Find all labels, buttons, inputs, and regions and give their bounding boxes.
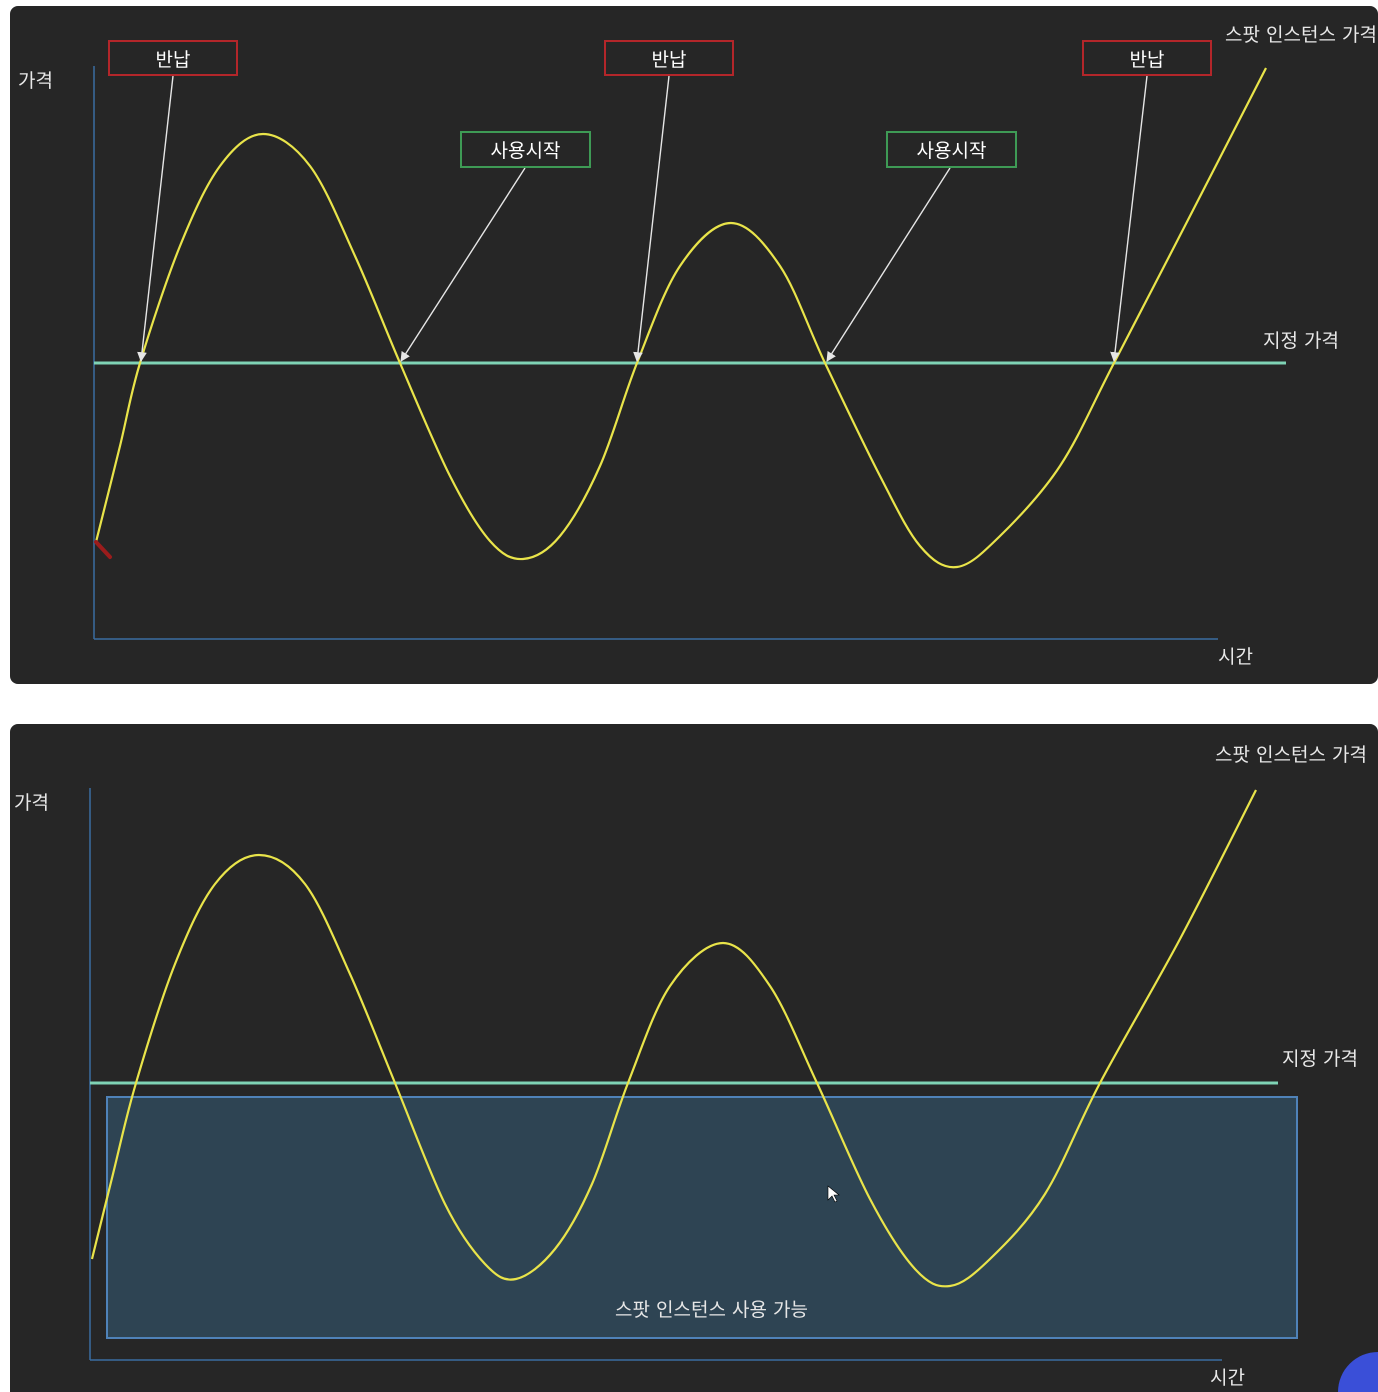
cursor-marker <box>94 540 112 559</box>
x-axis-label: 시간 <box>1218 646 1253 668</box>
top-chart-panel: 가격 시간 스팟 인스턴스 가격 지정 가격 반납 반납 반납 사용시작 사용시… <box>10 6 1378 684</box>
start-label-box: 사용시작 <box>886 131 1017 168</box>
return-label-box: 반납 <box>108 40 238 76</box>
start-label-box: 사용시작 <box>460 131 591 168</box>
return-arrow <box>1110 75 1148 362</box>
threshold-label: 지정 가격 <box>1282 1048 1358 1070</box>
y-axis-label: 가격 <box>14 792 49 814</box>
series-label: 스팟 인스턴스 가격 <box>1215 744 1367 766</box>
start-arrow <box>400 167 526 362</box>
threshold-label: 지정 가격 <box>1263 330 1339 352</box>
return-label-box: 반납 <box>1082 40 1212 76</box>
x-axis-label: 시간 <box>1210 1367 1245 1389</box>
series-label: 스팟 인스턴스 가격 <box>1225 24 1377 46</box>
bottom-chart-svg <box>89 788 1298 1361</box>
return-label-box: 반납 <box>604 40 734 76</box>
top-chart-svg <box>93 66 1286 640</box>
usable-region-label: 스팟 인스턴스 사용 가능 <box>615 1299 808 1321</box>
start-arrow <box>826 167 951 362</box>
return-arrow <box>137 75 174 362</box>
return-arrow <box>633 75 670 362</box>
bottom-chart-panel: 가격 시간 스팟 인스턴스 가격 지정 가격 스팟 인스턴스 사용 가능 <box>10 724 1378 1392</box>
y-axis-label: 가격 <box>18 70 53 92</box>
spot-price-curve <box>94 67 1267 569</box>
